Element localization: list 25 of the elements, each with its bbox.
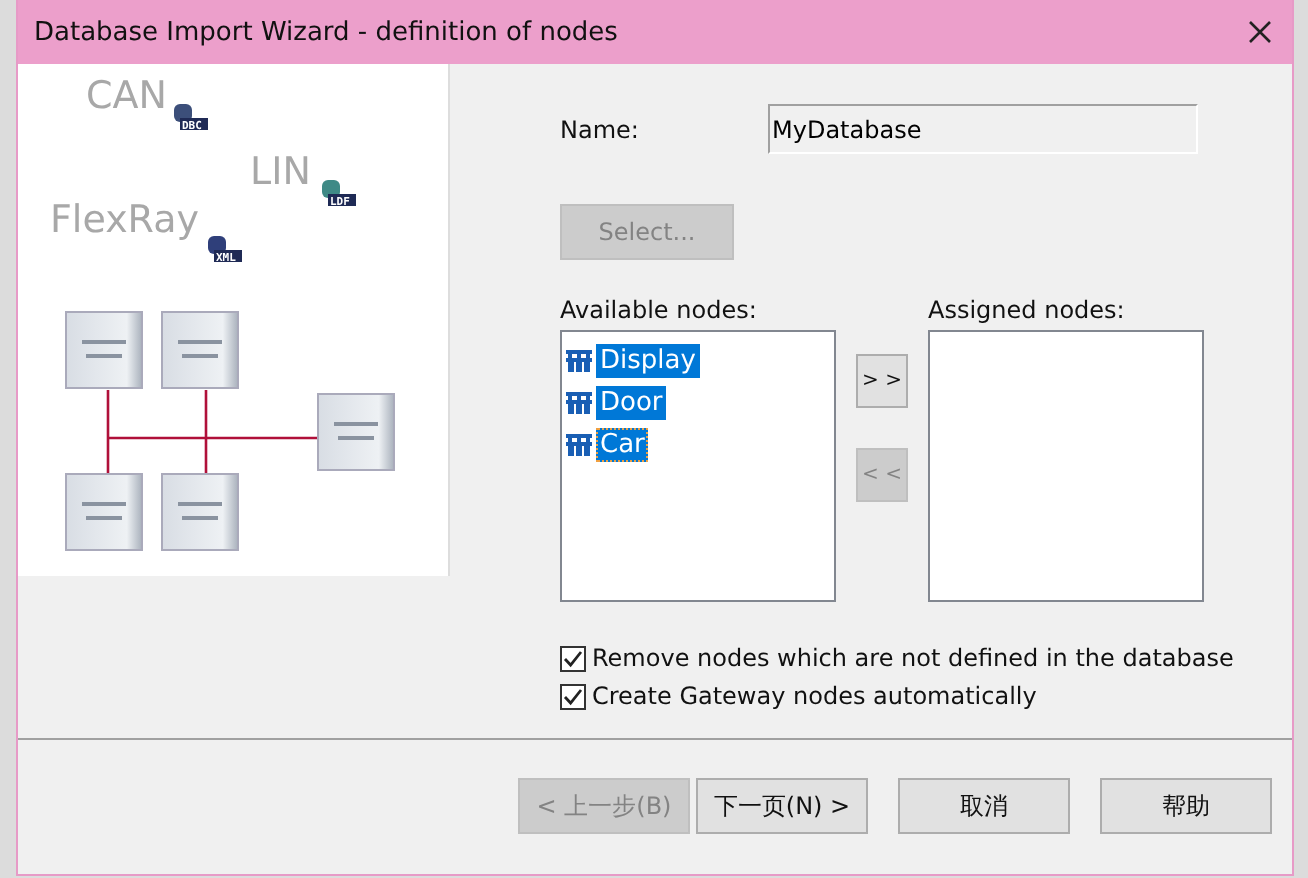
wizard-button[interactable]: 帮助 bbox=[1100, 778, 1272, 834]
wizard-button[interactable]: 下一页(N) > bbox=[696, 778, 868, 834]
window-title: Database Import Wizard - definition of nodes bbox=[34, 17, 618, 47]
node-item[interactable]: Door bbox=[596, 386, 667, 420]
bus-label: LIN bbox=[250, 150, 311, 194]
assigned-nodes-list[interactable] bbox=[928, 330, 1204, 602]
name-field[interactable]: MyDatabase bbox=[768, 104, 1198, 154]
node-icon bbox=[564, 348, 596, 374]
bus-label: CAN bbox=[86, 74, 167, 118]
node-item[interactable]: Display bbox=[596, 344, 700, 378]
wizard-button[interactable]: 取消 bbox=[898, 778, 1070, 834]
checkbox[interactable] bbox=[560, 645, 586, 671]
available-nodes-list[interactable]: Display Door Car bbox=[560, 330, 836, 602]
node-icon bbox=[564, 432, 596, 458]
node-icon bbox=[564, 390, 596, 416]
checkbox-label: Remove nodes which are not defined in the database bbox=[592, 644, 1234, 672]
checkbox[interactable] bbox=[560, 683, 586, 709]
bus-label: FlexRay bbox=[50, 198, 199, 242]
add-button[interactable]: > > bbox=[856, 354, 908, 408]
checkbox-label: Create Gateway nodes automatically bbox=[592, 682, 1037, 710]
name-label: Name: bbox=[560, 115, 641, 143]
close-icon[interactable] bbox=[1248, 20, 1272, 44]
assigned-nodes-label: Assigned nodes: bbox=[928, 296, 1127, 324]
available-nodes-label: Available nodes: bbox=[560, 296, 759, 324]
node-item[interactable]: Car bbox=[596, 428, 649, 462]
